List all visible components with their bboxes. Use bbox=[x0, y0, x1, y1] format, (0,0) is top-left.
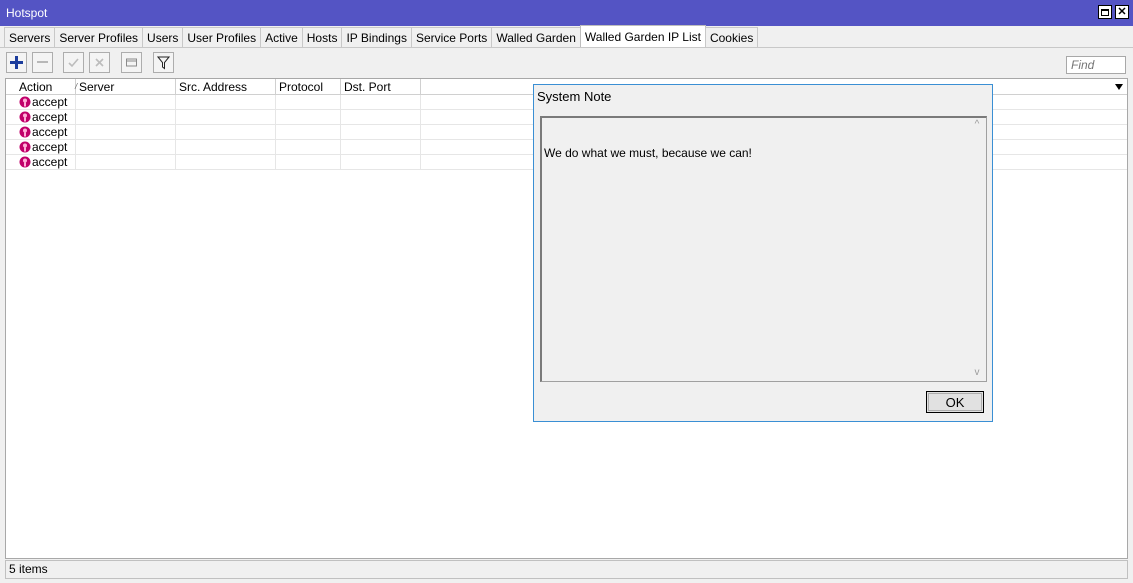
check-icon bbox=[68, 58, 79, 68]
tab-ip-bindings[interactable]: IP Bindings bbox=[341, 27, 412, 48]
minus-icon bbox=[37, 61, 48, 63]
col-action[interactable]: Action / bbox=[16, 79, 77, 95]
dst-port-cell bbox=[341, 110, 421, 125]
src-address-cell bbox=[176, 140, 276, 155]
add-button[interactable] bbox=[6, 52, 27, 73]
item-count: 5 items bbox=[9, 562, 48, 576]
ok-button[interactable]: OK bbox=[926, 391, 984, 413]
x-icon bbox=[95, 58, 104, 67]
col-action-label: Action bbox=[19, 80, 53, 94]
server-cell bbox=[76, 125, 176, 140]
note-icon bbox=[126, 58, 137, 67]
tab-bar: Servers Server Profiles Users User Profi… bbox=[4, 25, 759, 48]
scroll-up-icon[interactable]: ^ bbox=[972, 120, 982, 130]
status-bar: 5 items bbox=[5, 560, 1128, 579]
server-cell bbox=[76, 110, 176, 125]
protocol-cell bbox=[276, 95, 341, 110]
tab-server-profiles[interactable]: Server Profiles bbox=[54, 27, 144, 48]
tab-servers[interactable]: Servers bbox=[4, 27, 56, 48]
disable-button[interactable] bbox=[89, 52, 110, 73]
plus-icon bbox=[10, 56, 23, 69]
enable-button[interactable] bbox=[63, 52, 84, 73]
window-title: Hotspot bbox=[6, 6, 48, 20]
dialog-title: System Note bbox=[537, 89, 612, 104]
action-cell: accept bbox=[16, 95, 76, 110]
src-address-cell bbox=[176, 155, 276, 170]
system-note-dialog: System Note We do what we must, because … bbox=[533, 84, 993, 422]
accept-icon bbox=[19, 126, 31, 138]
column-menu-icon[interactable] bbox=[1115, 84, 1123, 90]
col-protocol[interactable]: Protocol bbox=[276, 79, 341, 95]
scroll-down-icon[interactable]: v bbox=[972, 368, 982, 378]
tab-hosts[interactable]: Hosts bbox=[301, 27, 343, 48]
remove-button[interactable] bbox=[32, 52, 53, 73]
dst-port-cell bbox=[341, 125, 421, 140]
dst-port-cell bbox=[341, 140, 421, 155]
close-icon: ✕ bbox=[1117, 5, 1127, 18]
server-cell bbox=[76, 140, 176, 155]
action-cell: accept bbox=[16, 125, 76, 140]
accept-icon bbox=[19, 156, 31, 168]
tab-cookies[interactable]: Cookies bbox=[704, 27, 759, 48]
col-src-address[interactable]: Src. Address bbox=[176, 79, 276, 95]
tab-divider bbox=[0, 47, 1133, 48]
tab-service-ports[interactable]: Service Ports bbox=[410, 27, 493, 48]
col-server[interactable]: Server bbox=[76, 79, 176, 95]
action-cell: accept bbox=[16, 140, 76, 155]
action-cell: accept bbox=[16, 155, 76, 170]
maximize-icon bbox=[1101, 8, 1109, 16]
tab-walled-garden-ip-list[interactable]: Walled Garden IP List bbox=[579, 25, 706, 48]
tab-walled-garden[interactable]: Walled Garden bbox=[491, 27, 581, 48]
server-cell bbox=[76, 95, 176, 110]
tab-users[interactable]: Users bbox=[142, 27, 184, 48]
protocol-cell bbox=[276, 155, 341, 170]
dst-port-cell bbox=[341, 155, 421, 170]
comment-button[interactable] bbox=[121, 52, 142, 73]
src-address-cell bbox=[176, 125, 276, 140]
server-cell bbox=[76, 155, 176, 170]
protocol-cell bbox=[276, 110, 341, 125]
protocol-cell bbox=[276, 125, 341, 140]
tab-user-profiles[interactable]: User Profiles bbox=[182, 27, 262, 48]
src-address-cell bbox=[176, 95, 276, 110]
close-button[interactable]: ✕ bbox=[1115, 5, 1129, 19]
action-cell: accept bbox=[16, 110, 76, 125]
accept-icon bbox=[19, 141, 31, 153]
accept-icon bbox=[19, 96, 31, 108]
dialog-message-box: We do what we must, because we can! ^ v bbox=[540, 116, 987, 382]
dialog-scrollbar[interactable]: ^ v bbox=[970, 120, 984, 378]
tab-active[interactable]: Active bbox=[260, 27, 303, 48]
col-dst-port[interactable]: Dst. Port bbox=[341, 79, 421, 95]
window-controls: ✕ bbox=[1098, 5, 1129, 19]
find-input[interactable] bbox=[1066, 56, 1126, 74]
accept-icon bbox=[19, 111, 31, 123]
filter-icon bbox=[157, 56, 170, 69]
filter-button[interactable] bbox=[153, 52, 174, 73]
protocol-cell bbox=[276, 140, 341, 155]
dst-port-cell bbox=[341, 95, 421, 110]
window-titlebar: Hotspot ✕ bbox=[0, 0, 1133, 26]
maximize-button[interactable] bbox=[1098, 5, 1112, 19]
dialog-message: We do what we must, because we can! bbox=[544, 146, 752, 160]
src-address-cell bbox=[176, 110, 276, 125]
